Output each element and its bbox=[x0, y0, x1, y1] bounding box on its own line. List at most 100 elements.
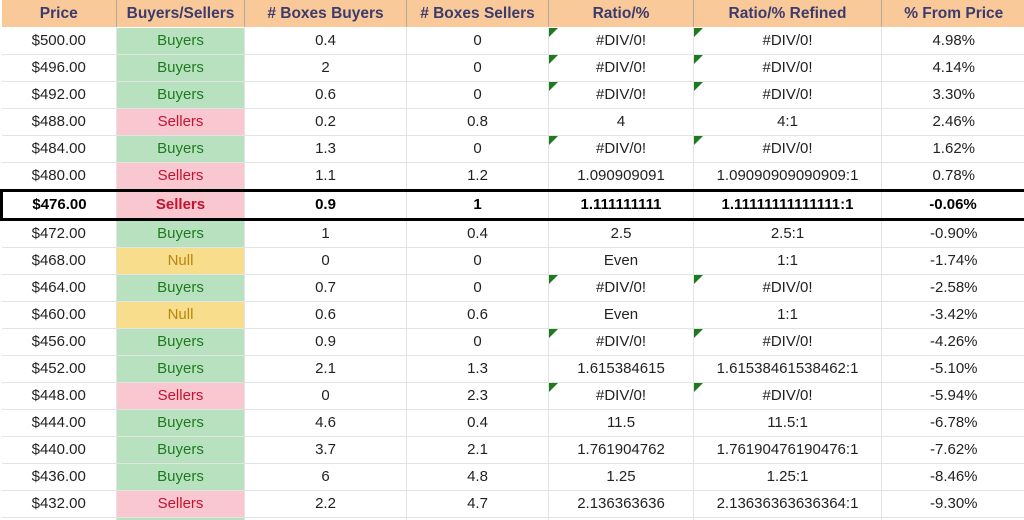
cell-boxes-sellers[interactable]: 0.6 bbox=[406, 301, 549, 329]
cell-boxes-buyers[interactable]: 0.2 bbox=[244, 108, 407, 136]
cell-ratio-pct[interactable]: 1.615384615 bbox=[548, 355, 694, 383]
cell-boxes-buyers[interactable]: 0 bbox=[244, 382, 407, 410]
cell-ratio-pct[interactable]: #DIV/0! bbox=[548, 328, 694, 356]
cell-ratio-pct[interactable]: 4 bbox=[548, 108, 694, 136]
cell-boxes-buyers[interactable]: 0.9 bbox=[244, 328, 407, 356]
cell-buyers-sellers[interactable]: Sellers bbox=[116, 382, 245, 410]
cell-price[interactable]: $468.00 bbox=[1, 247, 117, 275]
cell-ratio-pct-refined[interactable]: #DIV/0! bbox=[693, 274, 882, 302]
cell-boxes-buyers[interactable]: 0.6 bbox=[244, 81, 407, 109]
cell-boxes-sellers[interactable]: 1.3 bbox=[406, 355, 549, 383]
cell-buyers-sellers[interactable]: Null bbox=[116, 301, 245, 329]
cell-price[interactable]: $464.00 bbox=[1, 274, 117, 302]
table-row[interactable]: $488.00 Sellers 0.2 0.8 4 4:1 2.46% bbox=[1, 108, 1024, 136]
cell-buyers-sellers[interactable]: Sellers bbox=[116, 162, 245, 191]
column-header-boxes-sellers[interactable]: # Boxes Sellers bbox=[406, 0, 549, 28]
cell-buyers-sellers[interactable]: Buyers bbox=[116, 409, 245, 437]
cell-price[interactable]: $456.00 bbox=[1, 328, 117, 356]
cell-buyers-sellers[interactable]: Buyers bbox=[116, 54, 245, 82]
cell-buyers-sellers[interactable]: Buyers bbox=[116, 274, 245, 302]
cell-boxes-buyers[interactable]: 1.3 bbox=[244, 135, 407, 163]
cell-price[interactable]: $484.00 bbox=[1, 135, 117, 163]
cell-price[interactable]: $444.00 bbox=[1, 409, 117, 437]
table-row[interactable]: $468.00 Null 0 0 Even 1:1 -1.74% bbox=[1, 247, 1024, 275]
cell-ratio-pct[interactable]: 1.761904762 bbox=[548, 436, 694, 464]
cell-ratio-pct[interactable]: 11.5 bbox=[548, 409, 694, 437]
cell-boxes-sellers[interactable]: 1 bbox=[406, 189, 549, 221]
cell-boxes-sellers[interactable]: 1.2 bbox=[406, 162, 549, 191]
cell-ratio-pct-refined[interactable]: 1.61538461538462:1 bbox=[693, 355, 882, 383]
cell-price[interactable]: $452.00 bbox=[1, 355, 117, 383]
table-row[interactable]: $500.00 Buyers 0.4 0 #DIV/0! #DIV/0! 4.98% bbox=[1, 27, 1024, 55]
cell-price[interactable]: $472.00 bbox=[1, 219, 117, 248]
column-header-boxes-buyers[interactable]: # Boxes Buyers bbox=[244, 0, 407, 28]
cell-ratio-pct-refined[interactable]: 11.5:1 bbox=[693, 409, 882, 437]
cell-ratio-pct[interactable]: #DIV/0! bbox=[548, 382, 694, 410]
cell-ratio-pct-refined[interactable]: #DIV/0! bbox=[693, 27, 882, 55]
cell-boxes-sellers[interactable]: 0 bbox=[406, 81, 549, 109]
cell-boxes-sellers[interactable]: 2.1 bbox=[406, 436, 549, 464]
cell-buyers-sellers[interactable]: Buyers bbox=[116, 355, 245, 383]
cell-boxes-sellers[interactable]: 0 bbox=[406, 27, 549, 55]
cell-pct-from-price[interactable]: -5.10% bbox=[881, 355, 1024, 383]
cell-boxes-buyers[interactable]: 4.6 bbox=[244, 409, 407, 437]
cell-pct-from-price[interactable]: -3.42% bbox=[881, 301, 1024, 329]
cell-pct-from-price[interactable]: -9.30% bbox=[881, 490, 1024, 518]
cell-ratio-pct[interactable]: #DIV/0! bbox=[548, 135, 694, 163]
cell-boxes-sellers[interactable]: 2.3 bbox=[406, 382, 549, 410]
cell-boxes-buyers[interactable]: 0.9 bbox=[244, 189, 407, 221]
cell-ratio-pct-refined[interactable]: #DIV/0! bbox=[693, 328, 882, 356]
cell-boxes-buyers[interactable]: 1 bbox=[244, 219, 407, 248]
cell-price[interactable]: $496.00 bbox=[1, 54, 117, 82]
cell-boxes-buyers[interactable]: 3.7 bbox=[244, 436, 407, 464]
table-row[interactable]: $444.00 Buyers 4.6 0.4 11.5 11.5:1 -6.78% bbox=[1, 409, 1024, 437]
cell-price[interactable]: $440.00 bbox=[1, 436, 117, 464]
cell-ratio-pct-refined[interactable]: #DIV/0! bbox=[693, 54, 882, 82]
cell-ratio-pct-refined[interactable]: 4:1 bbox=[693, 108, 882, 136]
cell-pct-from-price[interactable]: 4.98% bbox=[881, 27, 1024, 55]
cell-ratio-pct-refined[interactable]: #DIV/0! bbox=[693, 81, 882, 109]
cell-boxes-sellers[interactable]: 0 bbox=[406, 247, 549, 275]
cell-ratio-pct-refined[interactable]: 1.25:1 bbox=[693, 463, 882, 491]
cell-ratio-pct-refined[interactable]: 1:1 bbox=[693, 247, 882, 275]
column-header-price[interactable]: Price bbox=[1, 0, 117, 28]
cell-buyers-sellers[interactable]: Buyers bbox=[116, 81, 245, 109]
cell-pct-from-price[interactable]: -0.90% bbox=[881, 219, 1024, 248]
cell-ratio-pct[interactable]: #DIV/0! bbox=[548, 81, 694, 109]
cell-ratio-pct[interactable]: 1.090909091 bbox=[548, 162, 694, 191]
cell-pct-from-price[interactable]: -7.62% bbox=[881, 436, 1024, 464]
table-row[interactable]: $432.00 Sellers 2.2 4.7 2.136363636 2.1363636… bbox=[1, 490, 1024, 518]
cell-ratio-pct[interactable]: Even bbox=[548, 301, 694, 329]
cell-pct-from-price[interactable]: 4.14% bbox=[881, 54, 1024, 82]
cell-pct-from-price[interactable]: -1.74% bbox=[881, 247, 1024, 275]
table-row[interactable]: $496.00 Buyers 2 0 #DIV/0! #DIV/0! 4.14% bbox=[1, 54, 1024, 82]
cell-ratio-pct-refined[interactable]: #DIV/0! bbox=[693, 382, 882, 410]
table-row[interactable]: $456.00 Buyers 0.9 0 #DIV/0! #DIV/0! -4.26% bbox=[1, 328, 1024, 356]
cell-buyers-sellers[interactable]: Buyers bbox=[116, 436, 245, 464]
cell-ratio-pct-refined[interactable]: 1.11111111111111:1 bbox=[693, 189, 882, 221]
cell-boxes-sellers[interactable]: 0 bbox=[406, 274, 549, 302]
cell-ratio-pct[interactable]: 2.136363636 bbox=[548, 490, 694, 518]
table-row[interactable]: $484.00 Buyers 1.3 0 #DIV/0! #DIV/0! 1.62% bbox=[1, 135, 1024, 163]
cell-buyers-sellers[interactable]: Buyers bbox=[116, 135, 245, 163]
cell-pct-from-price[interactable]: -2.58% bbox=[881, 274, 1024, 302]
cell-boxes-sellers[interactable]: 0.4 bbox=[406, 219, 549, 248]
column-header-pct-from-price[interactable]: % From Price bbox=[881, 0, 1024, 28]
cell-buyers-sellers[interactable]: Sellers bbox=[116, 189, 245, 221]
cell-pct-from-price[interactable]: 1.62% bbox=[881, 135, 1024, 163]
cell-buyers-sellers[interactable]: Sellers bbox=[116, 108, 245, 136]
cell-boxes-buyers[interactable]: 2.1 bbox=[244, 355, 407, 383]
cell-price[interactable]: $436.00 bbox=[1, 463, 117, 491]
cell-ratio-pct-refined[interactable]: 2.5:1 bbox=[693, 219, 882, 248]
cell-boxes-sellers[interactable]: 0.8 bbox=[406, 108, 549, 136]
cell-ratio-pct[interactable]: #DIV/0! bbox=[548, 54, 694, 82]
cell-boxes-buyers[interactable]: 1.1 bbox=[244, 162, 407, 191]
table-row[interactable]: $476.00 Sellers 0.9 1 1.111111111 1.111111111… bbox=[0, 189, 1024, 221]
cell-price[interactable]: $500.00 bbox=[1, 27, 117, 55]
cell-boxes-sellers[interactable]: 4.7 bbox=[406, 490, 549, 518]
cell-boxes-buyers[interactable]: 2 bbox=[244, 54, 407, 82]
cell-buyers-sellers[interactable]: Buyers bbox=[116, 328, 245, 356]
cell-ratio-pct[interactable]: Even bbox=[548, 247, 694, 275]
cell-ratio-pct[interactable]: 1.111111111 bbox=[548, 189, 694, 221]
table-row[interactable]: $472.00 Buyers 1 0.4 2.5 2.5:1 -0.90% bbox=[1, 219, 1024, 248]
